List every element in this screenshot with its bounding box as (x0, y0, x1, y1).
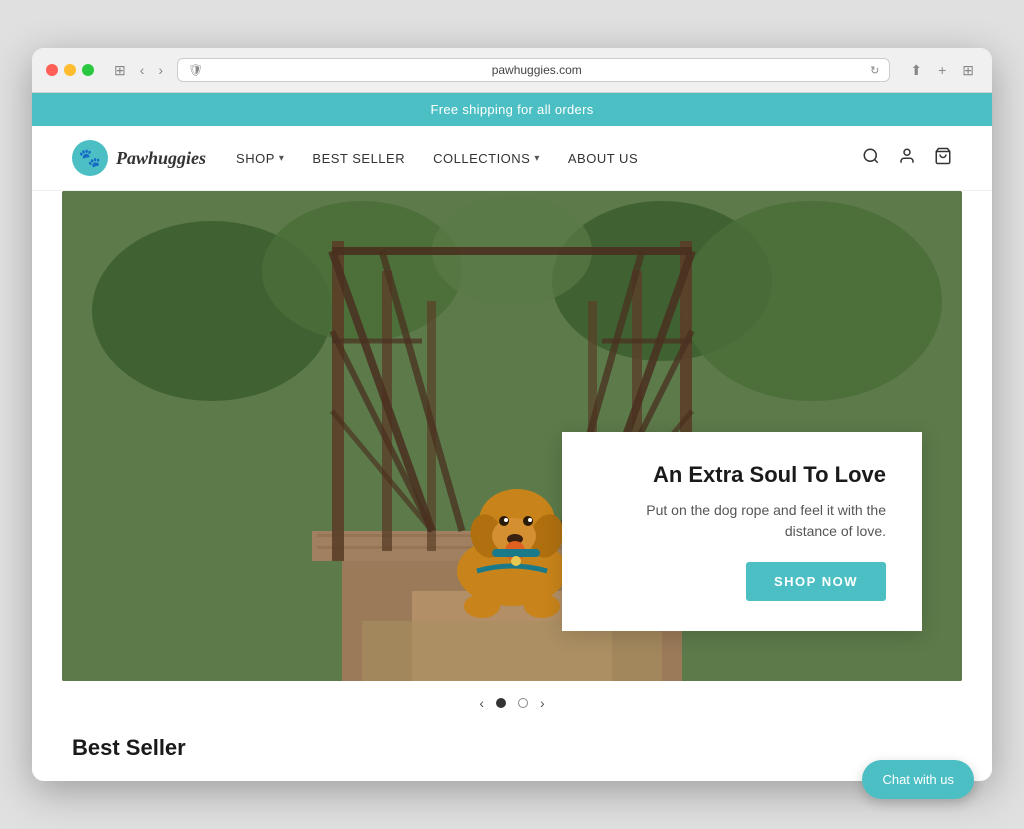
security-icon: 🛡 (188, 63, 203, 77)
carousel-prev-button[interactable]: ‹ (479, 695, 484, 711)
collections-chevron-icon: ▾ (534, 153, 540, 164)
grid-button[interactable]: ⊞ (958, 60, 978, 81)
nav-link-aboutus[interactable]: ABOUT US (568, 151, 638, 166)
forward-button[interactable]: › (154, 60, 167, 80)
cart-icon (934, 147, 952, 165)
nav-item-aboutus: ABOUT US (568, 151, 638, 166)
carousel-controls: ‹ › (62, 681, 962, 725)
best-seller-title: Best Seller (72, 735, 952, 761)
nav-link-collections[interactable]: COLLECTIONS ▾ (433, 151, 540, 166)
back-button[interactable]: ‹ (136, 60, 149, 80)
account-icon (898, 147, 916, 165)
shop-chevron-icon: ▾ (279, 153, 285, 164)
address-bar[interactable]: 🛡 pawhuggies.com ↻ (177, 58, 890, 82)
carousel-dot-1[interactable] (496, 698, 506, 708)
browser-chrome: ⊞ ‹ › 🛡 pawhuggies.com ↻ ⬆ + ⊞ (32, 48, 992, 93)
promo-text: Free shipping for all orders (430, 102, 593, 117)
hero-card-subtitle: Put on the dog rope and feel it with the… (598, 500, 886, 542)
navbar: 🐾 Pawhuggies SHOP ▾ BEST SELLER (32, 126, 992, 191)
nav-link-shop[interactable]: SHOP ▾ (236, 151, 284, 166)
nav-item-bestseller: BEST SELLER (312, 151, 405, 166)
logo-icon: 🐾 (72, 140, 108, 176)
hero-image: An Extra Soul To Love Put on the dog rop… (62, 191, 962, 681)
browser-actions: ⬆ + ⊞ (906, 60, 978, 81)
site-content: Free shipping for all orders 🐾 Pawhuggie… (32, 93, 992, 781)
best-seller-section: Best Seller (32, 725, 992, 781)
hero-card-title: An Extra Soul To Love (598, 462, 886, 488)
logo-link[interactable]: 🐾 Pawhuggies (72, 140, 206, 176)
minimize-window-button[interactable] (64, 64, 76, 76)
close-window-button[interactable] (46, 64, 58, 76)
refresh-icon[interactable]: ↻ (870, 64, 879, 77)
chat-button[interactable]: Chat with us (862, 760, 974, 799)
search-button[interactable] (862, 147, 880, 170)
carousel-next-button[interactable]: › (540, 695, 545, 711)
maximize-window-button[interactable] (82, 64, 94, 76)
cart-button[interactable] (934, 147, 952, 170)
browser-window: ⊞ ‹ › 🛡 pawhuggies.com ↻ ⬆ + ⊞ Free ship… (32, 48, 992, 781)
nav-icons (862, 147, 952, 170)
logo-text: Pawhuggies (116, 148, 206, 169)
url-display: pawhuggies.com (209, 63, 864, 77)
shop-now-button[interactable]: SHOP NOW (746, 562, 886, 601)
nav-menu: SHOP ▾ BEST SELLER COLLECTIONS ▾ (236, 151, 832, 166)
hero-card: An Extra Soul To Love Put on the dog rop… (562, 432, 922, 631)
browser-controls: ⊞ ‹ › (110, 60, 167, 81)
share-button[interactable]: ⬆ (906, 60, 926, 81)
nav-item-collections: COLLECTIONS ▾ (433, 151, 540, 166)
nav-item-shop: SHOP ▾ (236, 151, 284, 166)
traffic-lights (46, 64, 94, 76)
hero-section: An Extra Soul To Love Put on the dog rop… (62, 191, 962, 725)
nav-link-bestseller[interactable]: BEST SELLER (312, 151, 405, 166)
account-button[interactable] (898, 147, 916, 170)
search-icon (862, 147, 880, 165)
promo-banner: Free shipping for all orders (32, 93, 992, 126)
new-tab-button[interactable]: + (934, 60, 950, 81)
sidebar-toggle-button[interactable]: ⊞ (110, 60, 130, 81)
carousel-dot-2[interactable] (518, 698, 528, 708)
